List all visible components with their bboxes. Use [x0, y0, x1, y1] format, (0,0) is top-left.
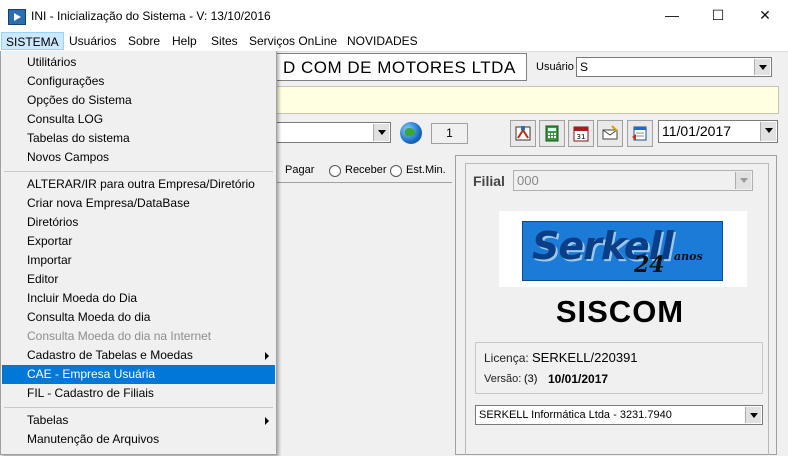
calendar-button[interactable]: 31 [568, 120, 594, 147]
counter-field: 1 [431, 123, 468, 144]
filial-select[interactable]: 000 [513, 170, 753, 191]
versao-label: Versão: [484, 373, 522, 385]
window-icon [632, 126, 647, 141]
menu-item-tabelas[interactable]: Tabelas [2, 411, 275, 430]
filial-label: Filial [473, 173, 505, 189]
menu-separator [4, 171, 273, 172]
menu-novidades[interactable]: NOVIDADES [347, 34, 418, 48]
window-title: INI - Inicialização do Sistema - V: 13/1… [31, 9, 271, 23]
versao-number: (3) [524, 373, 538, 385]
date-select[interactable]: 11/01/2017 [658, 120, 778, 143]
menu-item-cadastro-tabelas-moedas[interactable]: Cadastro de Tabelas e Moedas [2, 346, 275, 365]
menu-bar: SISTEMA Usuários Sobre Help Sites Serviç… [0, 32, 788, 52]
menu-item-configuracoes[interactable]: Configurações [2, 72, 275, 91]
menu-help[interactable]: Help [172, 34, 197, 48]
chevron-down-icon[interactable] [760, 122, 776, 141]
content-area [272, 182, 452, 456]
menu-servicos-online[interactable]: Serviços OnLine [249, 34, 337, 48]
licenca-value: SERKELL/220391 [532, 350, 638, 365]
menu-item-editor[interactable]: Editor [2, 270, 275, 289]
svg-text:31: 31 [577, 133, 586, 141]
licenca-label: Licença: [484, 351, 529, 365]
menu-item-novos-campos[interactable]: Novos Campos [2, 148, 275, 167]
menu-item-consulta-moeda[interactable]: Consulta Moeda do dia [2, 308, 275, 327]
versao-value: 10/01/2017 [548, 372, 609, 386]
menu-item-manutencao-arquivos[interactable]: Manutenção de Arquivos [2, 430, 275, 449]
sistema-menu: Utilitários Configurações Opções do Sist… [0, 51, 277, 455]
menu-item-exportar[interactable]: Exportar [2, 232, 275, 251]
usuario-value: S [580, 60, 589, 74]
calculator-button[interactable] [539, 120, 565, 147]
menu-item-utilitarios[interactable]: Utilitários [2, 53, 275, 72]
date-value: 11/01/2017 [662, 123, 732, 139]
menu-item-consulta-log[interactable]: Consulta LOG [2, 110, 275, 129]
radio-receber[interactable] [329, 165, 341, 177]
tools-icon [515, 126, 531, 141]
company-name: D COM DE MOTORES LTDA [272, 53, 527, 81]
menu-item-incluir-moeda[interactable]: Incluir Moeda do Dia [2, 289, 275, 308]
menu-item-tabelas-sistema[interactable]: Tabelas do sistema [2, 129, 275, 148]
menu-item-opcoes-sistema[interactable]: Opções do Sistema [2, 91, 275, 110]
menu-sistema[interactable]: SISTEMA [1, 32, 64, 50]
menu-sobre[interactable]: Sobre [128, 34, 160, 48]
chevron-down-icon[interactable] [373, 124, 389, 141]
calculator-icon [545, 125, 559, 142]
menu-item-label: Tabelas [27, 413, 69, 427]
menu-item-consulta-moeda-internet: Consulta Moeda do dia na Internet [27, 329, 212, 343]
mail-icon [602, 125, 618, 140]
chevron-right-icon [265, 352, 269, 360]
menu-item-diretorios[interactable]: Diretórios [2, 213, 275, 232]
chevron-down-icon[interactable] [735, 172, 751, 189]
menu-item-alterar-empresa[interactable]: ALTERAR/IR para outra Empresa/Diretório [2, 175, 275, 194]
logo-years: 24 [634, 252, 665, 278]
chevron-right-icon [265, 417, 269, 425]
menu-separator [4, 407, 273, 408]
close-icon[interactable]: ✕ [742, 0, 788, 32]
mail-button[interactable] [597, 120, 623, 147]
minimize-icon[interactable]: — [649, 0, 695, 32]
message-bar [272, 86, 779, 114]
menu-item-criar-empresa[interactable]: Criar nova Empresa/DataBase [2, 194, 275, 213]
calendar-icon: 31 [573, 126, 589, 142]
contact-value: SERKELL Informática Ltda - 3231.7940 [479, 409, 672, 421]
chevron-down-icon[interactable] [754, 59, 770, 75]
usuario-select[interactable]: S [576, 57, 772, 77]
menu-item-importar[interactable]: Importar [2, 251, 275, 270]
menu-item-cae-empresa[interactable]: CAE - Empresa Usuária [2, 365, 275, 384]
radio-estmin[interactable] [390, 165, 402, 177]
product-name: SISCOM [555, 294, 685, 329]
chevron-down-icon[interactable] [745, 407, 761, 423]
maximize-icon[interactable]: ☐ [695, 0, 741, 32]
menu-usuarios[interactable]: Usuários [69, 34, 116, 48]
filial-value: 000 [517, 173, 539, 188]
usuario-label: Usuário [536, 61, 574, 73]
tools-button[interactable] [510, 120, 536, 147]
contact-select[interactable]: SERKELL Informática Ltda - 3231.7940 [475, 405, 763, 425]
logo-anos: anos [674, 250, 703, 263]
globe-icon [400, 122, 422, 144]
menu-sites[interactable]: Sites [211, 34, 238, 48]
radio-group: Pagar Receber Est.Min. [272, 160, 452, 182]
app-icon [8, 9, 26, 25]
radio-label-estmin: Est.Min. [406, 164, 446, 176]
radio-label-receber: Receber [345, 164, 387, 176]
radio-label-pagar: Pagar [285, 164, 315, 176]
menu-item-label: Cadastro de Tabelas e Moedas [27, 348, 193, 362]
window-button[interactable] [627, 120, 653, 147]
empresa-select[interactable] [272, 122, 391, 143]
menu-item-fil-filiais[interactable]: FIL - Cadastro de Filiais [2, 384, 275, 403]
